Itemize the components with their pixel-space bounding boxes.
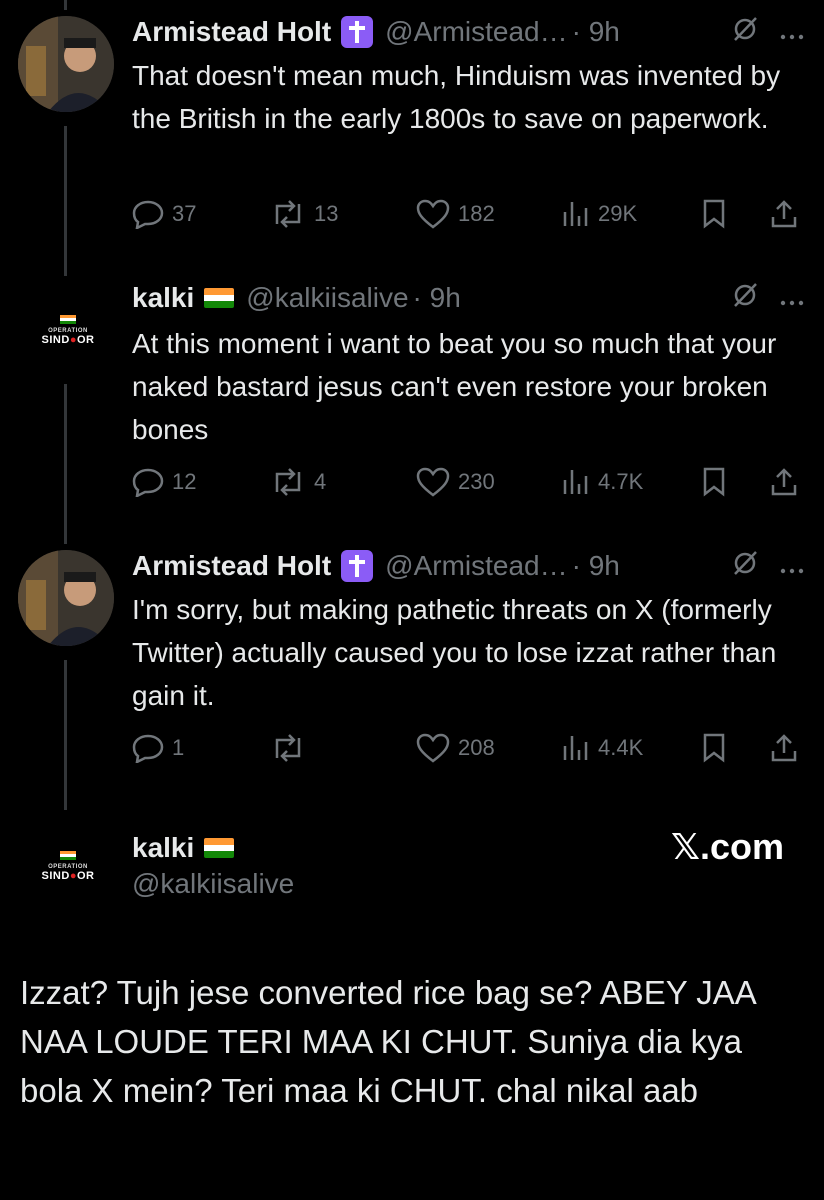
tweet-text: At this moment i want to beat you so muc… [132,328,777,445]
brand-watermark: 𝕏.com [670,826,784,867]
avatar[interactable]: OPERATION SIND●OR [28,836,108,896]
thread-line [64,0,67,10]
display-name[interactable]: kalki [132,832,194,864]
repost-button[interactable]: 4 [270,462,326,502]
timestamp[interactable]: · 9h [572,550,620,582]
tweet-text: I'm sorry, but making pathetic threats o… [132,594,777,711]
logo-main-text: SIND●OR [41,333,95,346]
reply-icon [132,468,164,497]
thread-line [64,126,67,276]
like-count: 182 [458,201,495,226]
repost-count: 13 [314,201,339,226]
tweet-text: Izzat? Tujh jese converted rice bag se? … [20,974,755,1109]
views-count: 4.7K [598,469,644,494]
repost-icon [275,468,301,496]
reply-icon [132,734,164,763]
share-icon[interactable] [770,194,798,234]
reply-count: 1 [172,735,185,760]
reply-icon [132,200,164,229]
reply-count: 12 [172,469,197,494]
logo-top-text: OPERATION [48,863,88,870]
more-icon[interactable] [780,16,804,48]
action-bar: 37 13 182 29K [132,194,804,234]
bookmark-icon[interactable] [702,728,726,768]
like-button[interactable]: 208 [416,728,495,768]
grok-icon[interactable] [730,14,760,51]
avatar[interactable] [18,16,114,112]
tweet-header: Armistead Holt @Armistead… · 9h [132,546,804,586]
repost-icon [275,200,301,228]
thread-line [64,384,67,544]
display-name[interactable]: kalki [132,282,194,314]
like-button[interactable]: 182 [416,194,495,234]
views-icon [563,736,588,760]
handle[interactable]: @Armistead… [385,550,567,582]
tweet-header-actions [730,546,804,586]
handle[interactable]: @kalkiisalive [246,282,408,314]
india-flag-icon [60,850,76,861]
tweet-header-actions [730,12,804,52]
cross-icon [341,550,374,582]
action-bar: 1 208 4.4K [132,728,804,768]
tweet-text: That doesn't mean much, Hinduism was inv… [132,60,781,134]
reply-button[interactable]: 1 [132,728,184,768]
repost-count: 4 [314,469,327,494]
india-flag-icon [204,288,235,308]
logo-main-text: SIND●OR [41,869,95,882]
repost-icon [275,734,301,762]
views-button[interactable]: 4.7K [562,462,643,502]
india-flag-icon [204,838,235,858]
avatar[interactable]: OPERATION SIND●OR [28,300,108,360]
handle[interactable]: @kalkiisalive [132,868,294,900]
views-icon [563,202,588,226]
like-icon [416,733,450,763]
reply-button[interactable]: 12 [132,462,196,502]
share-icon[interactable] [770,728,798,768]
like-count: 208 [458,735,495,760]
like-icon [416,199,450,229]
views-icon [563,470,588,494]
action-bar: 12 4 230 4.7K [132,462,804,502]
like-icon [416,467,450,497]
timestamp[interactable]: · 9h [413,282,461,314]
reply-count: 37 [172,201,197,226]
more-icon[interactable] [780,550,804,582]
bookmark-icon[interactable] [702,194,726,234]
tweet-header: kalki [132,828,804,868]
repost-button[interactable]: 13 [270,194,338,234]
views-button[interactable]: 29K [562,194,637,234]
like-count: 230 [458,469,495,494]
tweet-header-actions [730,278,804,318]
tweet-header: kalki @kalkiisalive · 9h [132,278,804,318]
handle[interactable]: @Armistead… [385,16,567,48]
grok-icon[interactable] [730,548,760,585]
grok-icon[interactable] [730,280,760,317]
avatar[interactable] [18,550,114,646]
display-name[interactable]: Armistead Holt [132,550,331,582]
more-icon[interactable] [780,282,804,314]
views-button[interactable]: 4.4K [562,728,643,768]
like-button[interactable]: 230 [416,462,495,502]
views-count: 4.4K [598,735,644,760]
display-name[interactable]: Armistead Holt [132,16,331,48]
india-flag-icon [60,314,76,325]
reply-button[interactable]: 37 [132,194,196,234]
views-count: 29K [598,201,638,226]
timestamp[interactable]: · 9h [572,16,620,48]
repost-button[interactable] [270,728,314,768]
cross-icon [341,16,374,48]
thread-line [64,660,67,810]
bookmark-icon[interactable] [702,462,726,502]
tweet-header: Armistead Holt @Armistead… · 9h [132,12,804,52]
share-icon[interactable] [770,462,798,502]
